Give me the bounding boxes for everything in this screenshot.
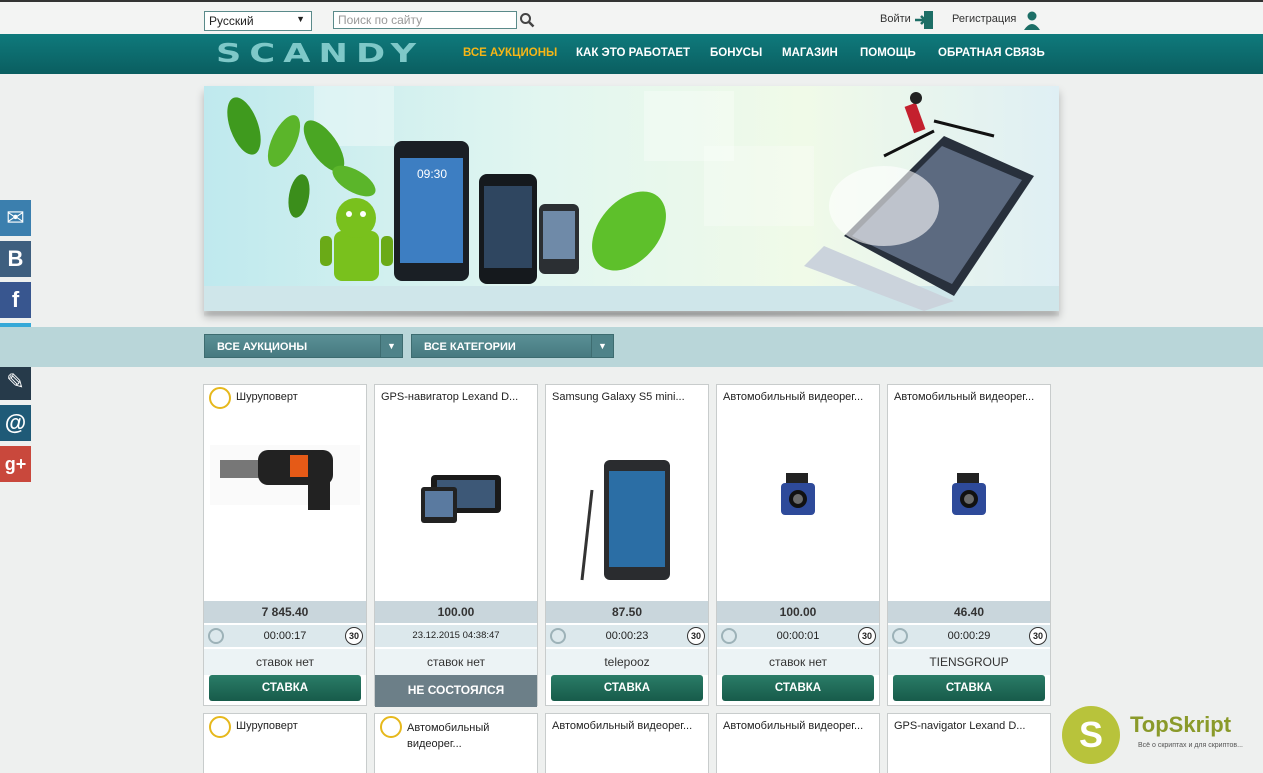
- watermark-brand: TopSkript: [1130, 712, 1232, 737]
- banner-illustration: 09:30: [204, 86, 1059, 311]
- auction-card[interactable]: GPS-navigator Lexand D...: [887, 713, 1051, 773]
- site-logo[interactable]: SCANDY: [216, 39, 424, 69]
- dashcam-image: [781, 473, 815, 515]
- nav-how-it-works[interactable]: КАК ЭТО РАБОТАЕТ: [576, 47, 690, 59]
- dashcam-image: [952, 473, 986, 515]
- facebook-share-icon[interactable]: f: [0, 282, 31, 318]
- promo-banner[interactable]: 09:30: [204, 86, 1059, 311]
- card-price: 46.40: [888, 601, 1050, 623]
- topskript-watermark: S TopSkript Всё о скриптах и для скрипто…: [1062, 706, 1262, 773]
- nav-help[interactable]: ПОМОЩЬ: [860, 47, 916, 59]
- login-icon[interactable]: [913, 10, 935, 30]
- card-leader: ставок нет: [204, 649, 366, 675]
- bid-step-badge: 30: [1029, 627, 1047, 645]
- banner-shadow: [204, 311, 1059, 317]
- filter-bar: ВСЕ АУКЦИОНЫ ▼ ВСЕ КАТЕГОРИИ ▼: [0, 327, 1263, 367]
- search-icon[interactable]: [519, 12, 535, 28]
- card-price: 100.00: [375, 601, 537, 623]
- mailru-share-icon[interactable]: @: [0, 405, 31, 441]
- auction-card[interactable]: Автомобильный видеорег...: [374, 713, 538, 773]
- login-link[interactable]: Войти: [880, 13, 911, 25]
- card-title[interactable]: Автомобильный видеорег...: [723, 720, 863, 732]
- auction-card[interactable]: Samsung Galaxy S5 mini... 87.50 00:00:23…: [545, 384, 709, 706]
- chevron-down-icon: ▼: [591, 335, 613, 357]
- bid-button[interactable]: СТАВКА: [893, 675, 1045, 701]
- auction-card[interactable]: GPS-навигатор Lexand D... 100.00 23.12.2…: [374, 384, 538, 707]
- card-timer: 00:00:01 30: [717, 625, 879, 647]
- livejournal-share-icon[interactable]: ✎: [0, 364, 31, 400]
- cart-badge-icon: [380, 716, 402, 738]
- card-leader: telepooz: [546, 649, 708, 675]
- chevron-down-icon: ▼: [296, 14, 305, 24]
- auction-card[interactable]: Автомобильный видеорег... 100.00 00:00:0…: [716, 384, 880, 706]
- bid-step-badge: 30: [345, 627, 363, 645]
- card-timer: 00:00:23 30: [546, 625, 708, 647]
- language-value: Русский: [209, 14, 254, 28]
- auction-filter-label: ВСЕ АУКЦИОНЫ: [217, 341, 308, 353]
- card-price: 7 845.40: [204, 601, 366, 623]
- drill-image: [210, 445, 360, 510]
- clock-icon: [550, 628, 566, 644]
- card-title[interactable]: Автомобильный видеорег...: [407, 720, 527, 752]
- card-title[interactable]: Шуруповерт: [236, 391, 298, 403]
- top-bar: Русский ▼ Войти Регистрация: [0, 0, 1263, 34]
- card-end-date: 23.12.2015 04:38:47: [375, 625, 537, 647]
- topskript-logo-icon: S: [1062, 706, 1120, 764]
- nav-all-auctions[interactable]: ВСЕ АУКЦИОНЫ: [463, 47, 557, 59]
- main-navbar: SCANDY ВСЕ АУКЦИОНЫ КАК ЭТО РАБОТАЕТ БОН…: [0, 34, 1263, 74]
- card-leader: ставок нет: [717, 649, 879, 675]
- bid-button[interactable]: СТАВКА: [722, 675, 874, 701]
- card-leader: TIENSGROUP: [888, 649, 1050, 675]
- auction-filter-select[interactable]: ВСЕ АУКЦИОНЫ ▼: [204, 334, 403, 358]
- clock-icon: [208, 628, 224, 644]
- card-title[interactable]: Автомобильный видеорег...: [552, 720, 692, 732]
- nav-feedback[interactable]: ОБРАТНАЯ СВЯЗЬ: [938, 47, 1045, 59]
- gps-navigator-image: [421, 475, 501, 523]
- bid-button[interactable]: СТАВКА: [551, 675, 703, 701]
- cart-badge-icon: [209, 387, 231, 409]
- card-title[interactable]: Samsung Galaxy S5 mini...: [552, 391, 685, 403]
- card-title[interactable]: Шуруповерт: [236, 720, 298, 732]
- smartphone-image: [580, 460, 670, 581]
- card-title[interactable]: GPS-navigator Lexand D...: [894, 720, 1025, 732]
- search-input[interactable]: [333, 11, 517, 29]
- banner-phone-time: 09:30: [417, 167, 447, 181]
- card-price: 87.50: [546, 601, 708, 623]
- card-title[interactable]: GPS-навигатор Lexand D...: [381, 391, 518, 403]
- auction-card[interactable]: Шуруповерт: [203, 713, 367, 773]
- register-link[interactable]: Регистрация: [952, 13, 1016, 25]
- category-filter-select[interactable]: ВСЕ КАТЕГОРИИ ▼: [411, 334, 614, 358]
- auction-closed-label: НЕ СОСТОЯЛСЯ: [375, 675, 537, 707]
- watermark-tagline: Всё о скриптах и для скриптов...: [1138, 742, 1243, 749]
- card-timer: 00:00:17 30: [204, 625, 366, 647]
- bid-step-badge: 30: [858, 627, 876, 645]
- card-title[interactable]: Автомобильный видеорег...: [723, 391, 863, 403]
- clock-icon: [892, 628, 908, 644]
- auction-card[interactable]: Автомобильный видеорег...: [716, 713, 880, 773]
- cart-badge-icon: [209, 716, 231, 738]
- vk-share-icon[interactable]: B: [0, 241, 31, 277]
- chevron-down-icon: ▼: [380, 335, 402, 357]
- auction-card[interactable]: Автомобильный видеорег...: [545, 713, 709, 773]
- bid-step-badge: 30: [687, 627, 705, 645]
- bid-button[interactable]: СТАВКА: [209, 675, 361, 701]
- auction-card[interactable]: Автомобильный видеорег... 46.40 00:00:29…: [887, 384, 1051, 706]
- card-price: 100.00: [717, 601, 879, 623]
- card-timer: 00:00:29 30: [888, 625, 1050, 647]
- nav-shop[interactable]: МАГАЗИН: [782, 47, 838, 59]
- category-filter-label: ВСЕ КАТЕГОРИИ: [424, 341, 516, 353]
- auction-card[interactable]: Шуруповерт 7 845.40 00:00:17 30 ставок н…: [203, 384, 367, 706]
- clock-icon: [721, 628, 737, 644]
- email-share-icon[interactable]: ✉: [0, 200, 31, 236]
- card-title[interactable]: Автомобильный видеорег...: [894, 391, 1034, 403]
- nav-bonuses[interactable]: БОНУСЫ: [710, 47, 762, 59]
- user-icon[interactable]: [1022, 10, 1042, 30]
- card-leader: ставок нет: [375, 649, 537, 675]
- language-select[interactable]: Русский ▼: [204, 11, 312, 31]
- googleplus-share-icon[interactable]: g+: [0, 446, 31, 482]
